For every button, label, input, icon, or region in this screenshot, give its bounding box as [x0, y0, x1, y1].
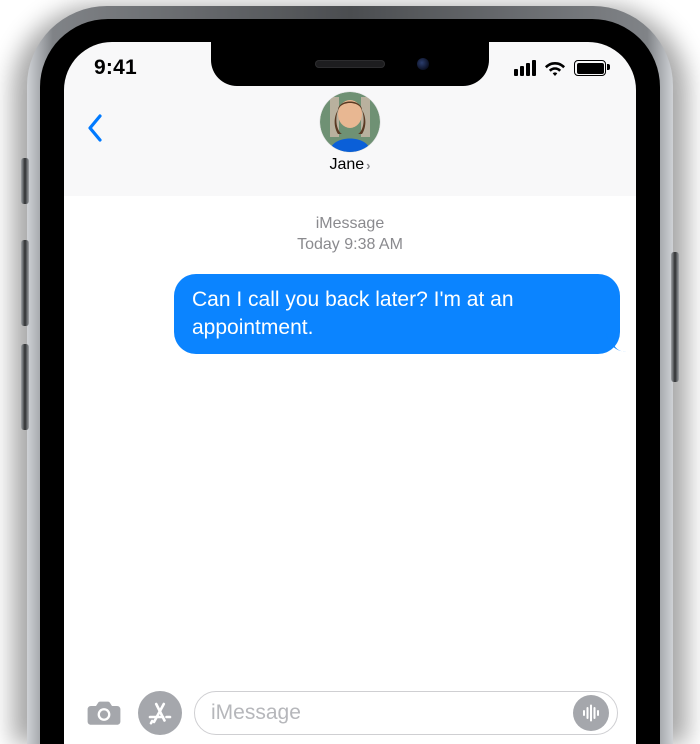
waveform-icon: [580, 702, 602, 724]
camera-button[interactable]: [82, 691, 126, 735]
dictation-button[interactable]: [573, 695, 609, 731]
app-drawer-button[interactable]: [138, 691, 182, 735]
status-time: 9:41: [94, 56, 137, 80]
camera-icon: [86, 699, 122, 727]
cellular-signal-icon: [514, 60, 536, 76]
avatar: [320, 92, 380, 152]
notch: [211, 42, 489, 86]
input-placeholder: iMessage: [211, 701, 573, 725]
conversation-header: Jane ›: [64, 86, 636, 197]
app-store-icon: [146, 699, 174, 727]
messages-screen: 9:41: [64, 42, 636, 744]
status-icons: [514, 60, 606, 76]
battery-icon: [574, 60, 606, 76]
thread-timestamp: iMessage Today 9:38 AM: [64, 214, 636, 256]
message-input[interactable]: iMessage: [194, 691, 618, 735]
sent-message-bubble[interactable]: Can I call you back later? I'm at an app…: [174, 274, 620, 355]
chevron-right-icon: ›: [366, 158, 370, 173]
contact-name: Jane: [329, 156, 364, 174]
conversation-thread[interactable]: iMessage Today 9:38 AM Can I call you ba…: [64, 196, 636, 682]
bubble-tail-icon: [606, 333, 626, 353]
wifi-icon: [544, 60, 566, 76]
contact-info-button[interactable]: Jane ›: [64, 92, 636, 174]
message-input-bar: iMessage: [64, 682, 636, 744]
message-text: Can I call you back later? I'm at an app…: [192, 288, 514, 339]
